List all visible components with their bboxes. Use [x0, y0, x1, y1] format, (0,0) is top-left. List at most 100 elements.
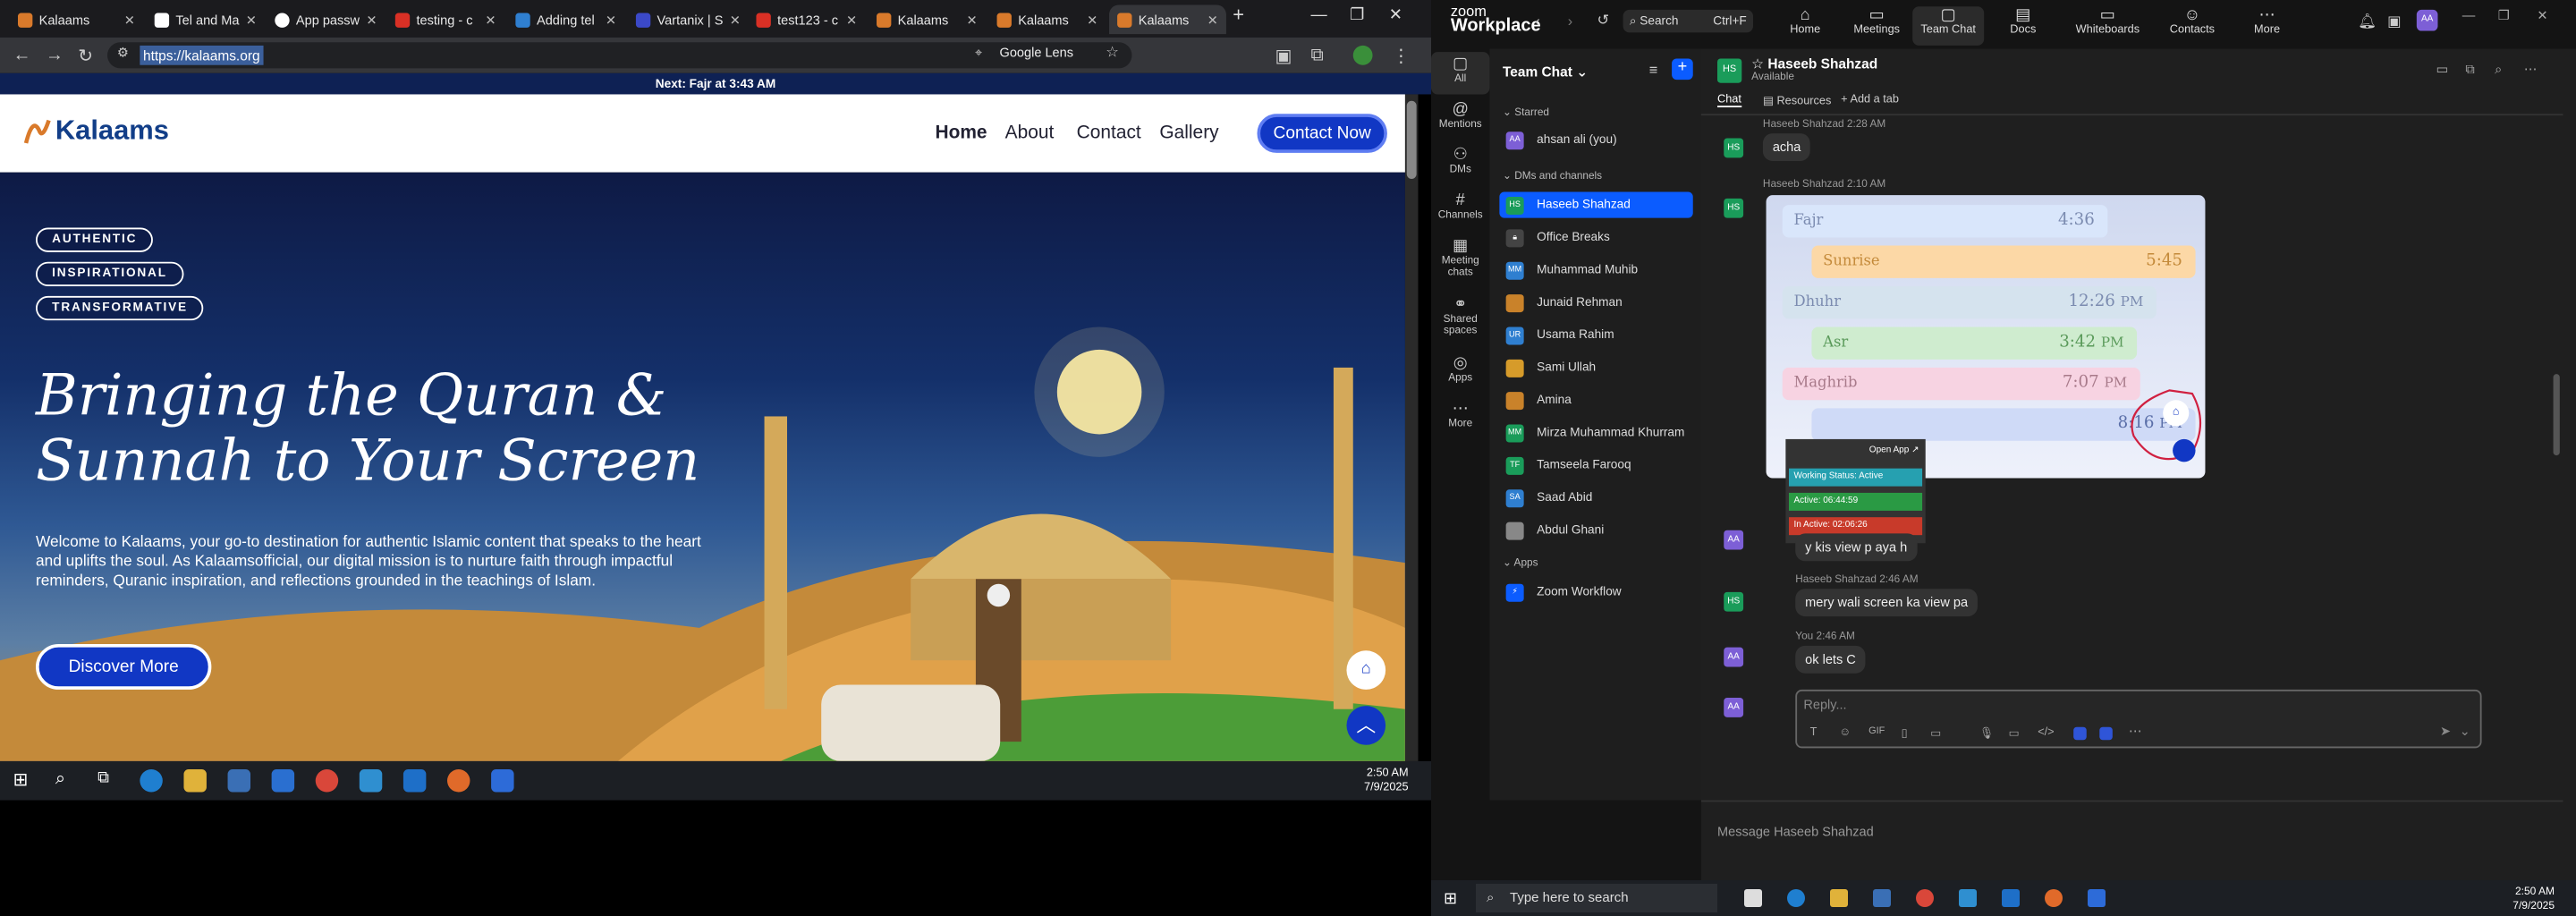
google-lens-button[interactable]: Google Lens	[1000, 46, 1074, 60]
avatar[interactable]: AA	[2416, 9, 2438, 31]
channel-item[interactable]: Abdul Ghani	[1499, 517, 1692, 543]
extension-icon[interactable]: ▣	[1275, 46, 1292, 67]
close-icon[interactable]: ✕	[730, 13, 741, 27]
tab-resources[interactable]: ▤ Resources	[1763, 94, 1831, 107]
browser-tab[interactable]: Kalaams ✕	[988, 4, 1106, 34]
nav-about[interactable]: About	[1005, 123, 1055, 143]
chrome-icon[interactable]	[315, 769, 339, 793]
edge-icon[interactable]	[140, 769, 163, 793]
windows-start-icon[interactable]: ⊞	[1444, 889, 1457, 908]
vscode-icon[interactable]	[2002, 889, 2020, 907]
close-icon[interactable]: ✕	[1208, 13, 1218, 27]
site-info-icon[interactable]: ⚙	[117, 46, 129, 60]
screenshot-icon[interactable]: ▭	[1930, 727, 1941, 741]
browser-tab[interactable]: Adding tel ✕	[507, 4, 624, 34]
browser-tab[interactable]: Vartanix | S ✕	[628, 4, 745, 34]
close-icon[interactable]: ✕	[124, 13, 135, 27]
url-text[interactable]: https://kalaams.org	[140, 45, 264, 65]
panel-icon[interactable]: ⧉	[2465, 62, 2474, 78]
new-tab-icon[interactable]: +	[1233, 4, 1244, 26]
file-explorer-icon[interactable]	[183, 769, 207, 793]
tab-more[interactable]: ⋯ More	[2232, 6, 2303, 36]
chat-header-name[interactable]: ☆ Haseeb Shahzad	[1751, 55, 1877, 73]
firefox-icon[interactable]	[447, 769, 470, 793]
store-icon[interactable]	[227, 769, 251, 793]
search-icon[interactable]: ⌕	[2495, 62, 2502, 78]
vscode-icon[interactable]	[402, 769, 427, 793]
close-window-icon[interactable]: ✕	[1389, 6, 1402, 24]
chat-scrollbar[interactable]	[2553, 374, 2560, 456]
firefox-icon[interactable]	[2045, 889, 2063, 907]
history-icon[interactable]: ↺	[1597, 12, 1609, 30]
maximize-icon[interactable]: ❐	[1350, 6, 1364, 24]
rail-mentions[interactable]: @ Mentions	[1431, 101, 1489, 131]
nav-home[interactable]: Home	[935, 123, 987, 143]
channel-item[interactable]: 🔒︎ Office Breaks	[1499, 225, 1692, 250]
app-item[interactable]: ⚡︎ Zoom Workflow	[1499, 579, 1692, 605]
tab-contacts[interactable]: ☺ Contacts	[2157, 6, 2228, 36]
rail-dms[interactable]: ⚇ DMs	[1431, 147, 1489, 176]
tab-team-chat[interactable]: ▢ Team Chat	[1912, 6, 1985, 46]
chrome-icon[interactable]	[1916, 889, 1934, 907]
star-icon[interactable]: ☆	[1751, 55, 1764, 72]
rail-more[interactable]: ⋯ More	[1431, 400, 1489, 429]
panel-icon[interactable]: ▣	[2387, 13, 2401, 31]
close-icon[interactable]: ✕	[846, 13, 857, 27]
new-chat-icon[interactable]: +	[1672, 58, 1693, 81]
tab-chat[interactable]: Chat	[1717, 94, 1741, 108]
tab-whiteboards[interactable]: ▭ Whiteboards	[2062, 6, 2153, 36]
more-dots-icon[interactable]: ⋯	[2524, 62, 2538, 76]
channel-item[interactable]: MM Mirza Muhammad Khurram	[1499, 420, 1692, 445]
minimize-icon[interactable]: —	[1310, 6, 1326, 24]
puzzle-extensions-icon[interactable]: ⧉	[1310, 46, 1323, 67]
app-icon[interactable]	[2073, 726, 2087, 741]
channel-item[interactable]: Junaid Rehman	[1499, 290, 1692, 316]
file-icon[interactable]: ▯	[1901, 727, 1907, 741]
video-clip-icon[interactable]: ▭	[2008, 727, 2019, 741]
message-bubble[interactable]: acha	[1762, 133, 1811, 162]
nav-contact[interactable]: Contact	[1077, 123, 1141, 143]
zoom-search-input[interactable]: ⌕ Search Ctrl+F	[1623, 9, 1754, 33]
close-icon[interactable]: ✕	[967, 13, 978, 27]
app-icon[interactable]	[1959, 889, 1977, 907]
channel-item[interactable]: AA ahsan ali (you)	[1499, 127, 1692, 153]
forward-icon[interactable]: →	[46, 46, 64, 65]
section-starred[interactable]: ⌄ Starred	[1503, 106, 1549, 119]
browser-tab[interactable]: Tel and Ma ✕	[147, 4, 264, 34]
tab-docs[interactable]: ▤ Docs	[1987, 6, 2059, 36]
message-bubble[interactable]: mery wali screen ka view pa	[1795, 589, 1979, 617]
mail-icon[interactable]	[271, 769, 295, 793]
task-view-icon[interactable]: ⧉	[97, 769, 109, 787]
channel-item[interactable]: Sami Ullah	[1499, 354, 1692, 380]
minimize-icon[interactable]: —	[2462, 8, 2476, 22]
channel-item[interactable]: SA Saad Abid	[1499, 485, 1692, 511]
rail-all[interactable]: ▢ All	[1431, 52, 1490, 95]
omnibox[interactable]: ⚙ https://kalaams.org ⌖ Google Lens ☆	[107, 42, 1132, 69]
prayer-times-screenshot[interactable]: Fajr 4:36 Sunrise 5:45 Dhuhr 12:26 PM Asr 3:…	[1766, 195, 2206, 479]
edge-icon[interactable]	[1787, 889, 1805, 907]
chevron-down-icon[interactable]: ⌄	[2460, 724, 2470, 738]
code-icon[interactable]: </>	[2038, 727, 2054, 739]
app-icon[interactable]	[359, 769, 383, 793]
channel-item[interactable]: MM Muhammad Muhib	[1499, 257, 1692, 283]
tab-home[interactable]: ⌂ Home	[1769, 6, 1841, 36]
file-explorer-icon[interactable]	[1830, 889, 1848, 907]
browser-tab[interactable]: test123 - c ✕	[748, 4, 865, 34]
browser-tab[interactable]: Kalaams ✕	[10, 4, 143, 34]
rail-shared-spaces[interactable]: ⚭ Shared spaces	[1431, 296, 1489, 336]
channel-item[interactable]: TF Tamseela Farooq	[1499, 452, 1692, 478]
gif-icon[interactable]: GIF	[1868, 727, 1885, 737]
send-icon[interactable]: ➤	[2440, 724, 2451, 738]
contact-now-button[interactable]: Contact Now	[1257, 114, 1387, 153]
close-icon[interactable]: ✕	[485, 13, 496, 27]
open-app-link[interactable]: Open App ↗	[1869, 445, 1919, 455]
forward-icon[interactable]: ›	[1568, 13, 1572, 30]
back-icon[interactable]: ←	[13, 46, 31, 65]
scrollbar-thumb[interactable]	[1406, 100, 1417, 180]
browser-tab-active[interactable]: Kalaams ✕	[1109, 4, 1226, 35]
tab-meetings[interactable]: ▭ Meetings	[1841, 6, 1912, 36]
close-icon[interactable]: ✕	[366, 13, 377, 27]
reply-composer[interactable]: Reply... T ☺ GIF ▯ ▭ 🎙︎ ▭ </> ⋯ ➤ ⌄	[1795, 689, 2482, 749]
back-icon[interactable]: ‹	[1535, 13, 1539, 30]
reply-input[interactable]: Reply...	[1803, 698, 1846, 712]
